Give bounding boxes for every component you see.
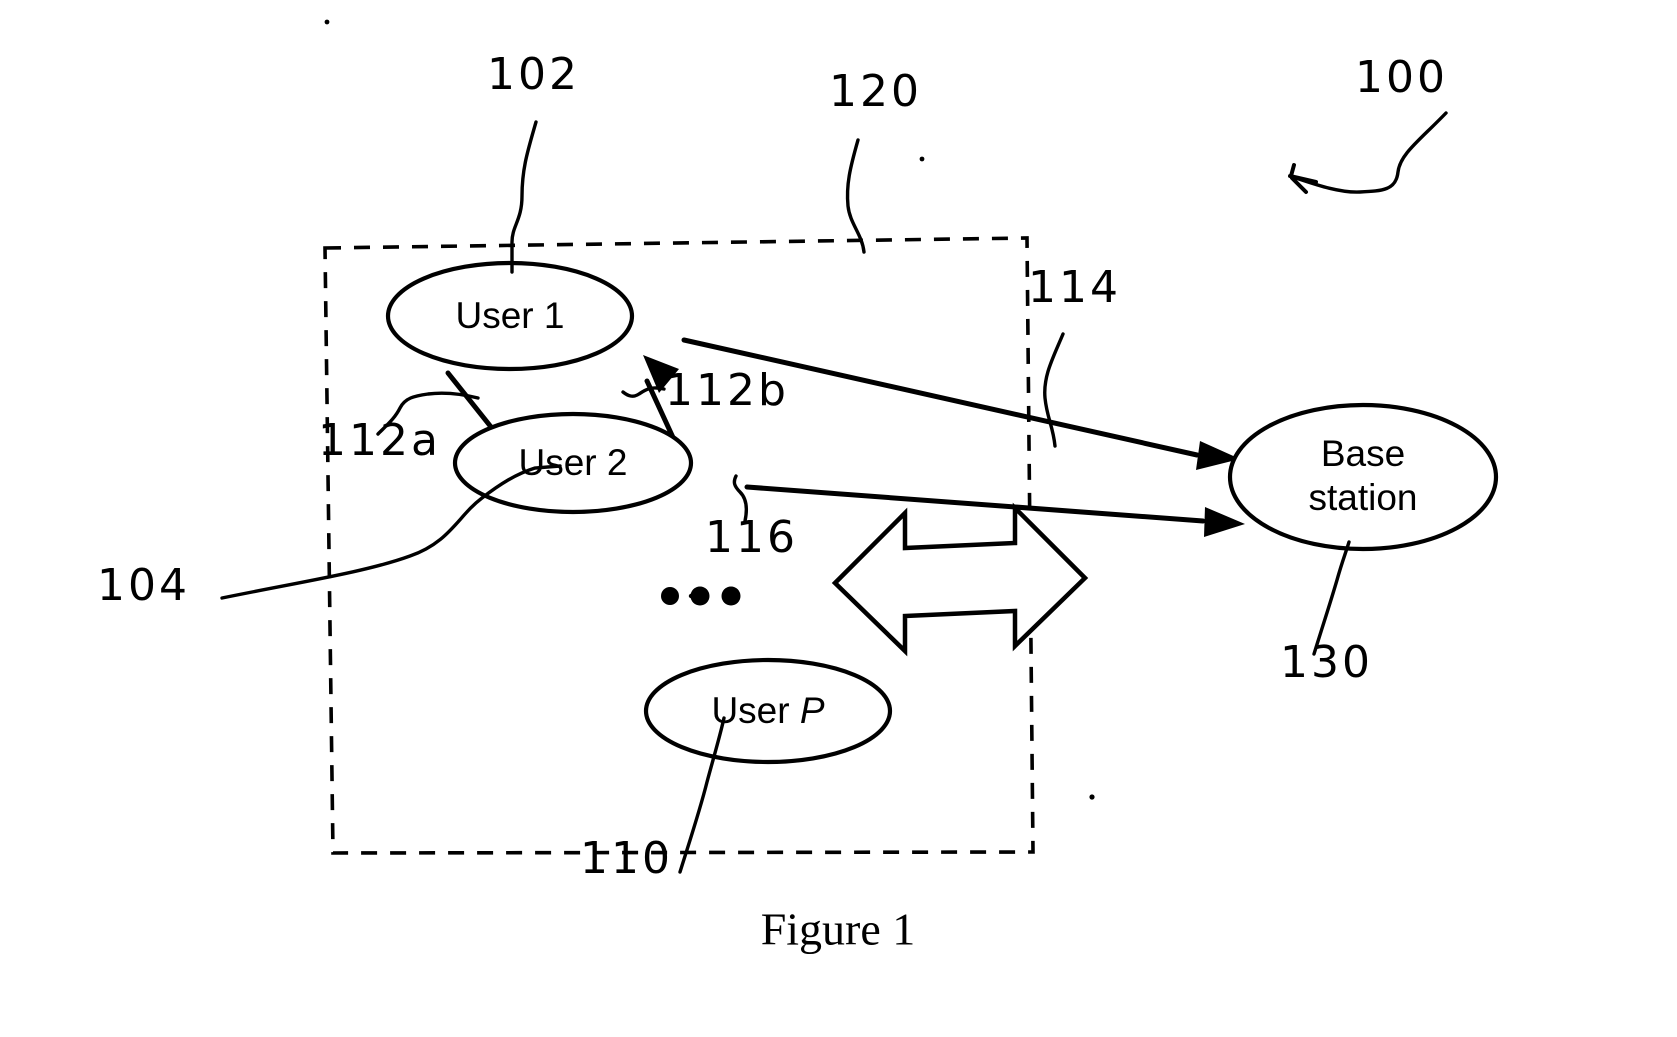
node-userp-label-head: User	[711, 690, 799, 731]
ref-numeral-104: 104	[97, 560, 190, 611]
node-userp-label: User P	[711, 690, 824, 731]
node-user1-label: User 1	[456, 295, 565, 336]
ref-numeral-112b: 112b	[665, 365, 789, 416]
ref-numeral-100: 100	[1355, 52, 1448, 103]
node-user2-label: User 2	[519, 442, 628, 483]
node-user2[interactable]: User 2	[452, 411, 694, 515]
vertical-ellipsis-dots	[661, 586, 741, 606]
node-base-station[interactable]: Base station	[1227, 402, 1499, 552]
node-base-station-label-line1: Base	[1321, 433, 1405, 474]
patent-figure-page: User 1 User 2 User P Base station 102 12…	[0, 0, 1677, 1037]
node-userp-label-tail: P	[800, 690, 825, 731]
ref-numeral-112a: 112a	[318, 415, 441, 466]
node-userp[interactable]: User P	[643, 657, 893, 765]
node-base-station-label-line2: station	[1308, 477, 1417, 518]
ref-numeral-116: 116	[705, 512, 798, 563]
ref-numeral-130: 130	[1280, 637, 1373, 688]
ref-numeral-110: 110	[580, 833, 673, 884]
ref-numeral-120: 120	[829, 66, 922, 117]
figure-canvas: User 1 User 2 User P Base station 102 12…	[0, 0, 1677, 1037]
scan-speck	[1089, 794, 1095, 800]
ref-numeral-114: 114	[1028, 262, 1121, 313]
figure-caption: Figure 1	[761, 904, 916, 955]
scan-speck	[324, 19, 330, 25]
ref-numeral-102: 102	[487, 49, 580, 100]
scan-speck	[919, 156, 925, 162]
node-user1[interactable]: User 1	[385, 260, 635, 372]
